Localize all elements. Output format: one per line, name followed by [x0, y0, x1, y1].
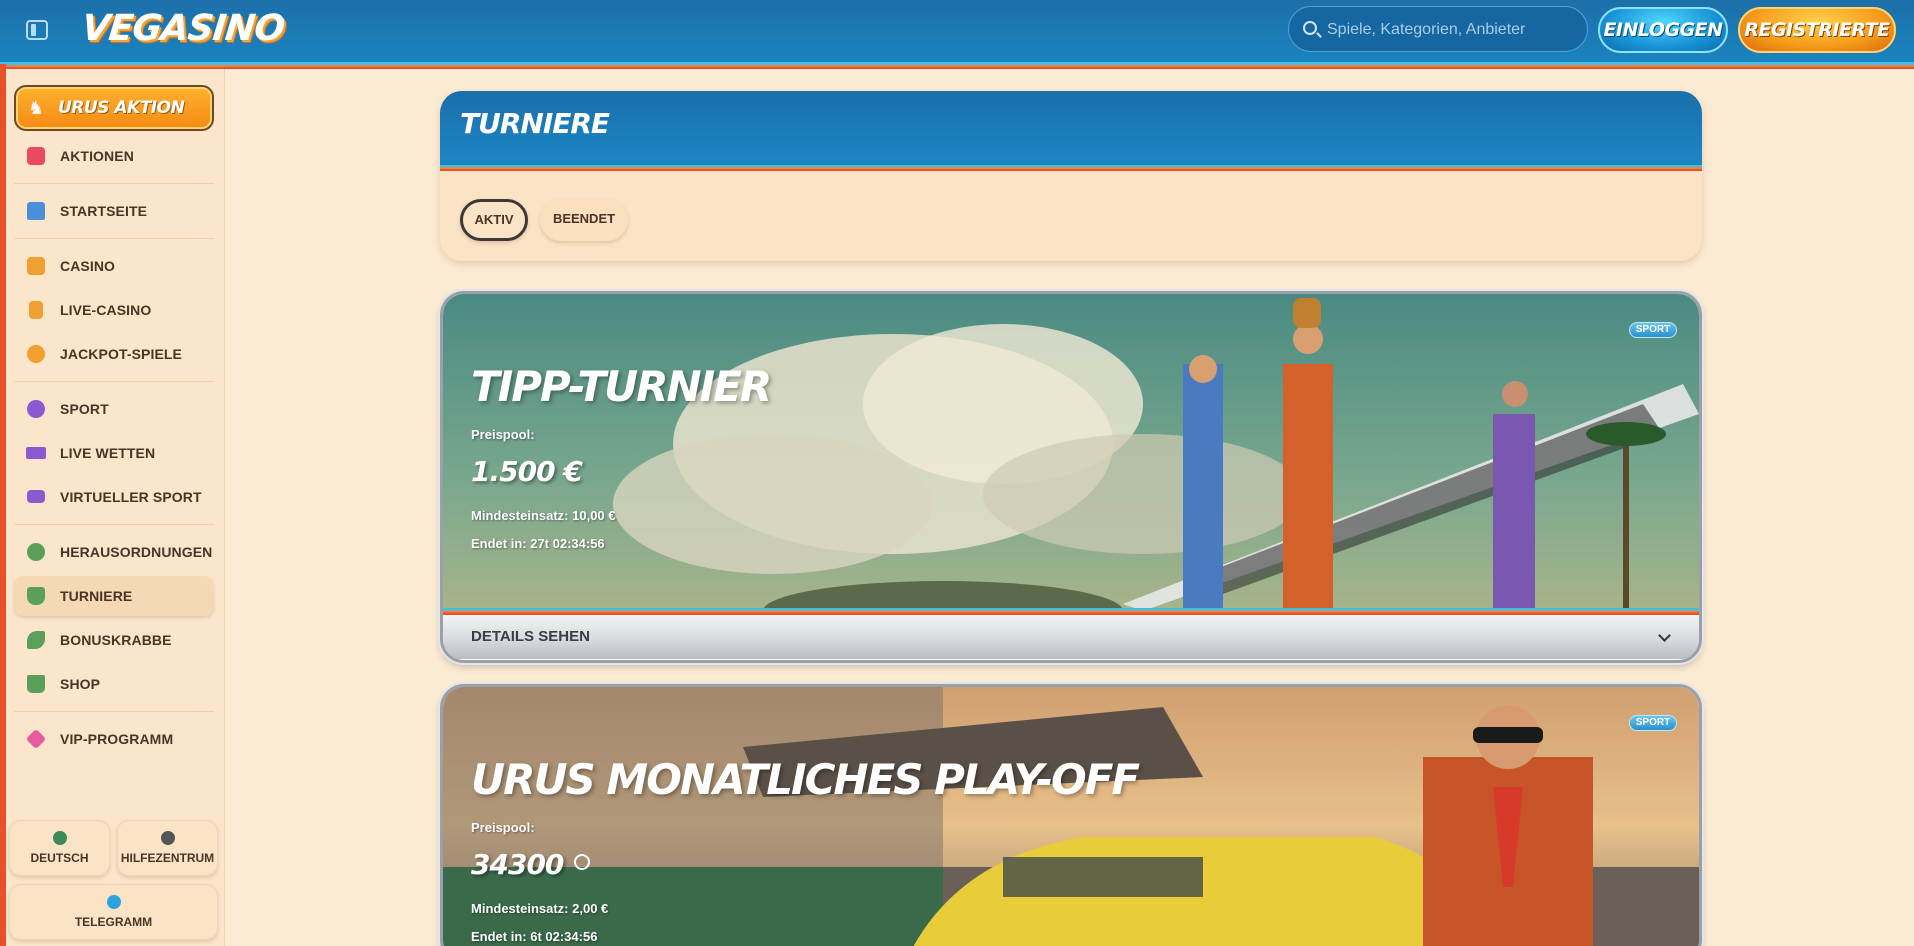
sidebar-item-live-casino[interactable]: LIVE-CASINO [14, 290, 214, 330]
sidebar-item-virtueller-sport[interactable]: VIRTUELLER SPORT [14, 477, 214, 517]
diamond-icon [25, 728, 47, 750]
prize-pool-label: Preispool: [471, 427, 535, 442]
gift-icon [27, 147, 45, 165]
tournament-banner-image [443, 294, 1699, 611]
login-button[interactable]: EINLOGGEN [1598, 7, 1728, 53]
sport-badge: SPORT [1629, 715, 1677, 731]
vegasino-logo[interactable]: VEGASINO [80, 8, 286, 49]
prize-pool-value: 1.500 € [471, 455, 583, 488]
promo-label: URUS AKTION [58, 98, 185, 118]
tournament-banner-image [443, 687, 1699, 946]
sidebar-item-aktionen[interactable]: AKTIONEN [14, 136, 214, 176]
divider [14, 381, 214, 382]
sport-badge: SPORT [1629, 322, 1677, 338]
sidebar-item-label: STARTSEITE [60, 203, 148, 219]
tab-aktiv[interactable]: AKTIV [460, 199, 528, 241]
card-stripe [443, 608, 1699, 615]
sidebar-item-turniere[interactable]: TURNIERE [14, 576, 214, 616]
divider [14, 711, 214, 712]
live-icon [26, 447, 46, 459]
telegram-label: TELEGRAMM [74, 915, 153, 929]
divider [14, 524, 214, 525]
divider [14, 238, 214, 239]
leaf-icon [27, 631, 45, 649]
search-input[interactable] [1327, 19, 1577, 41]
sidebar-item-label: SHOP [60, 676, 101, 692]
sidebar-item-label: CASINO [60, 258, 116, 274]
slot-machine-icon [27, 257, 45, 275]
details-toggle[interactable]: DETAILS SEHEN [443, 615, 1699, 659]
card-icon [29, 301, 43, 319]
home-icon [27, 202, 45, 220]
globe-icon [52, 831, 67, 845]
sidebar-item-sport[interactable]: SPORT [14, 389, 214, 429]
prize-pool-value: 34300 [471, 848, 591, 881]
sidebar-accent-line [0, 64, 6, 946]
sidebar-item-label: TURNIERE [60, 588, 133, 604]
sidebar-item-label: AKTIONEN [60, 148, 134, 164]
bull-icon: ♞ [28, 98, 45, 118]
sidebar-item-label: JACKPOT-SPIELE [60, 346, 182, 362]
sidebar-item-vip-programm[interactable]: VIP-PROGRAMM [14, 719, 214, 759]
details-label: DETAILS SEHEN [471, 628, 590, 645]
badge-icon [27, 543, 45, 561]
ball-icon [27, 400, 45, 418]
sidebar-item-label: HERAUSORDNUNGEN [60, 544, 213, 560]
clover-icon [27, 345, 45, 363]
tournaments-panel: TURNIERE AKTIV BEENDET [440, 91, 1702, 261]
top-header: VEGASINO EINLOGGEN REGISTRIERTE [0, 0, 1914, 64]
sidebar-toggle-icon[interactable] [26, 20, 48, 40]
tournament-title: TIPP-TURNIER [471, 362, 772, 411]
search-icon [1303, 21, 1317, 35]
sidebar-item-bonuskrabbe[interactable]: BONUSKRABBE [14, 620, 214, 660]
min-bet: Mindesteinsatz: 10,00 € [471, 508, 616, 523]
sidebar-item-shop[interactable]: SHOP [14, 664, 214, 704]
sidebar-item-jackpot-spiele[interactable]: JACKPOT-SPIELE [14, 334, 214, 374]
tournaments-header: TURNIERE [440, 91, 1702, 165]
bag-icon [27, 675, 45, 693]
urus-promo-button[interactable]: ♞ URUS AKTION [14, 85, 214, 131]
chevron-down-icon [1658, 629, 1671, 642]
min-bet: Mindesteinsatz: 2,00 € [471, 901, 609, 916]
header-stripe [440, 165, 1702, 171]
sidebar-item-label: LIVE-CASINO [60, 302, 152, 318]
sidebar: ♞ URUS AKTION AKTIONEN STARTSEITE CASINO… [0, 69, 225, 946]
tab-beendet[interactable]: BEENDET [540, 199, 628, 241]
ends-in: Endet in: 27t 02:34:56 [471, 536, 605, 551]
register-button[interactable]: REGISTRIERTE [1738, 7, 1896, 53]
search-box[interactable] [1288, 6, 1588, 52]
tournament-title: URUS MONATLICHES PLAY-OFF [471, 755, 1140, 804]
ends-in: Endet in: 6t 02:34:56 [471, 929, 598, 944]
trophy-icon [27, 587, 45, 605]
page-title: TURNIERE [460, 107, 610, 140]
tournament-card[interactable]: SPORT URUS MONATLICHES PLAY-OFF Preispoo… [440, 684, 1702, 946]
language-label: DEUTSCH [30, 851, 89, 865]
help-center-button[interactable]: HILFEZENTRUM [117, 820, 218, 876]
coin-icon [574, 854, 591, 870]
virtual-icon [27, 490, 45, 503]
sidebar-item-label: VIP-PROGRAMM [60, 731, 174, 747]
language-button[interactable]: DEUTSCH [9, 820, 110, 876]
prize-pool-amount: 34300 [471, 848, 564, 881]
sidebar-item-startseite[interactable]: STARTSEITE [14, 191, 214, 231]
header-stripe [0, 62, 1914, 69]
sidebar-item-label: BONUSKRABBE [60, 632, 172, 648]
tournament-card[interactable]: SPORT TIPP-TURNIER Preispool: 1.500 € Mi… [440, 291, 1702, 663]
divider [14, 183, 214, 184]
sidebar-item-label: VIRTUELLER SPORT [60, 489, 202, 505]
help-icon [160, 831, 175, 845]
sidebar-item-casino[interactable]: CASINO [14, 246, 214, 286]
sidebar-item-live-wetten[interactable]: LIVE WETTEN [14, 433, 214, 473]
help-center-label: HILFEZENTRUM [120, 851, 215, 865]
sidebar-item-label: LIVE WETTEN [60, 445, 156, 461]
sidebar-item-herausordnungen[interactable]: HERAUSORDNUNGEN [14, 532, 214, 572]
telegram-button[interactable]: TELEGRAMM [9, 884, 218, 940]
prize-pool-label: Preispool: [471, 820, 535, 835]
sidebar-item-label: SPORT [60, 401, 109, 417]
telegram-icon [106, 895, 121, 909]
